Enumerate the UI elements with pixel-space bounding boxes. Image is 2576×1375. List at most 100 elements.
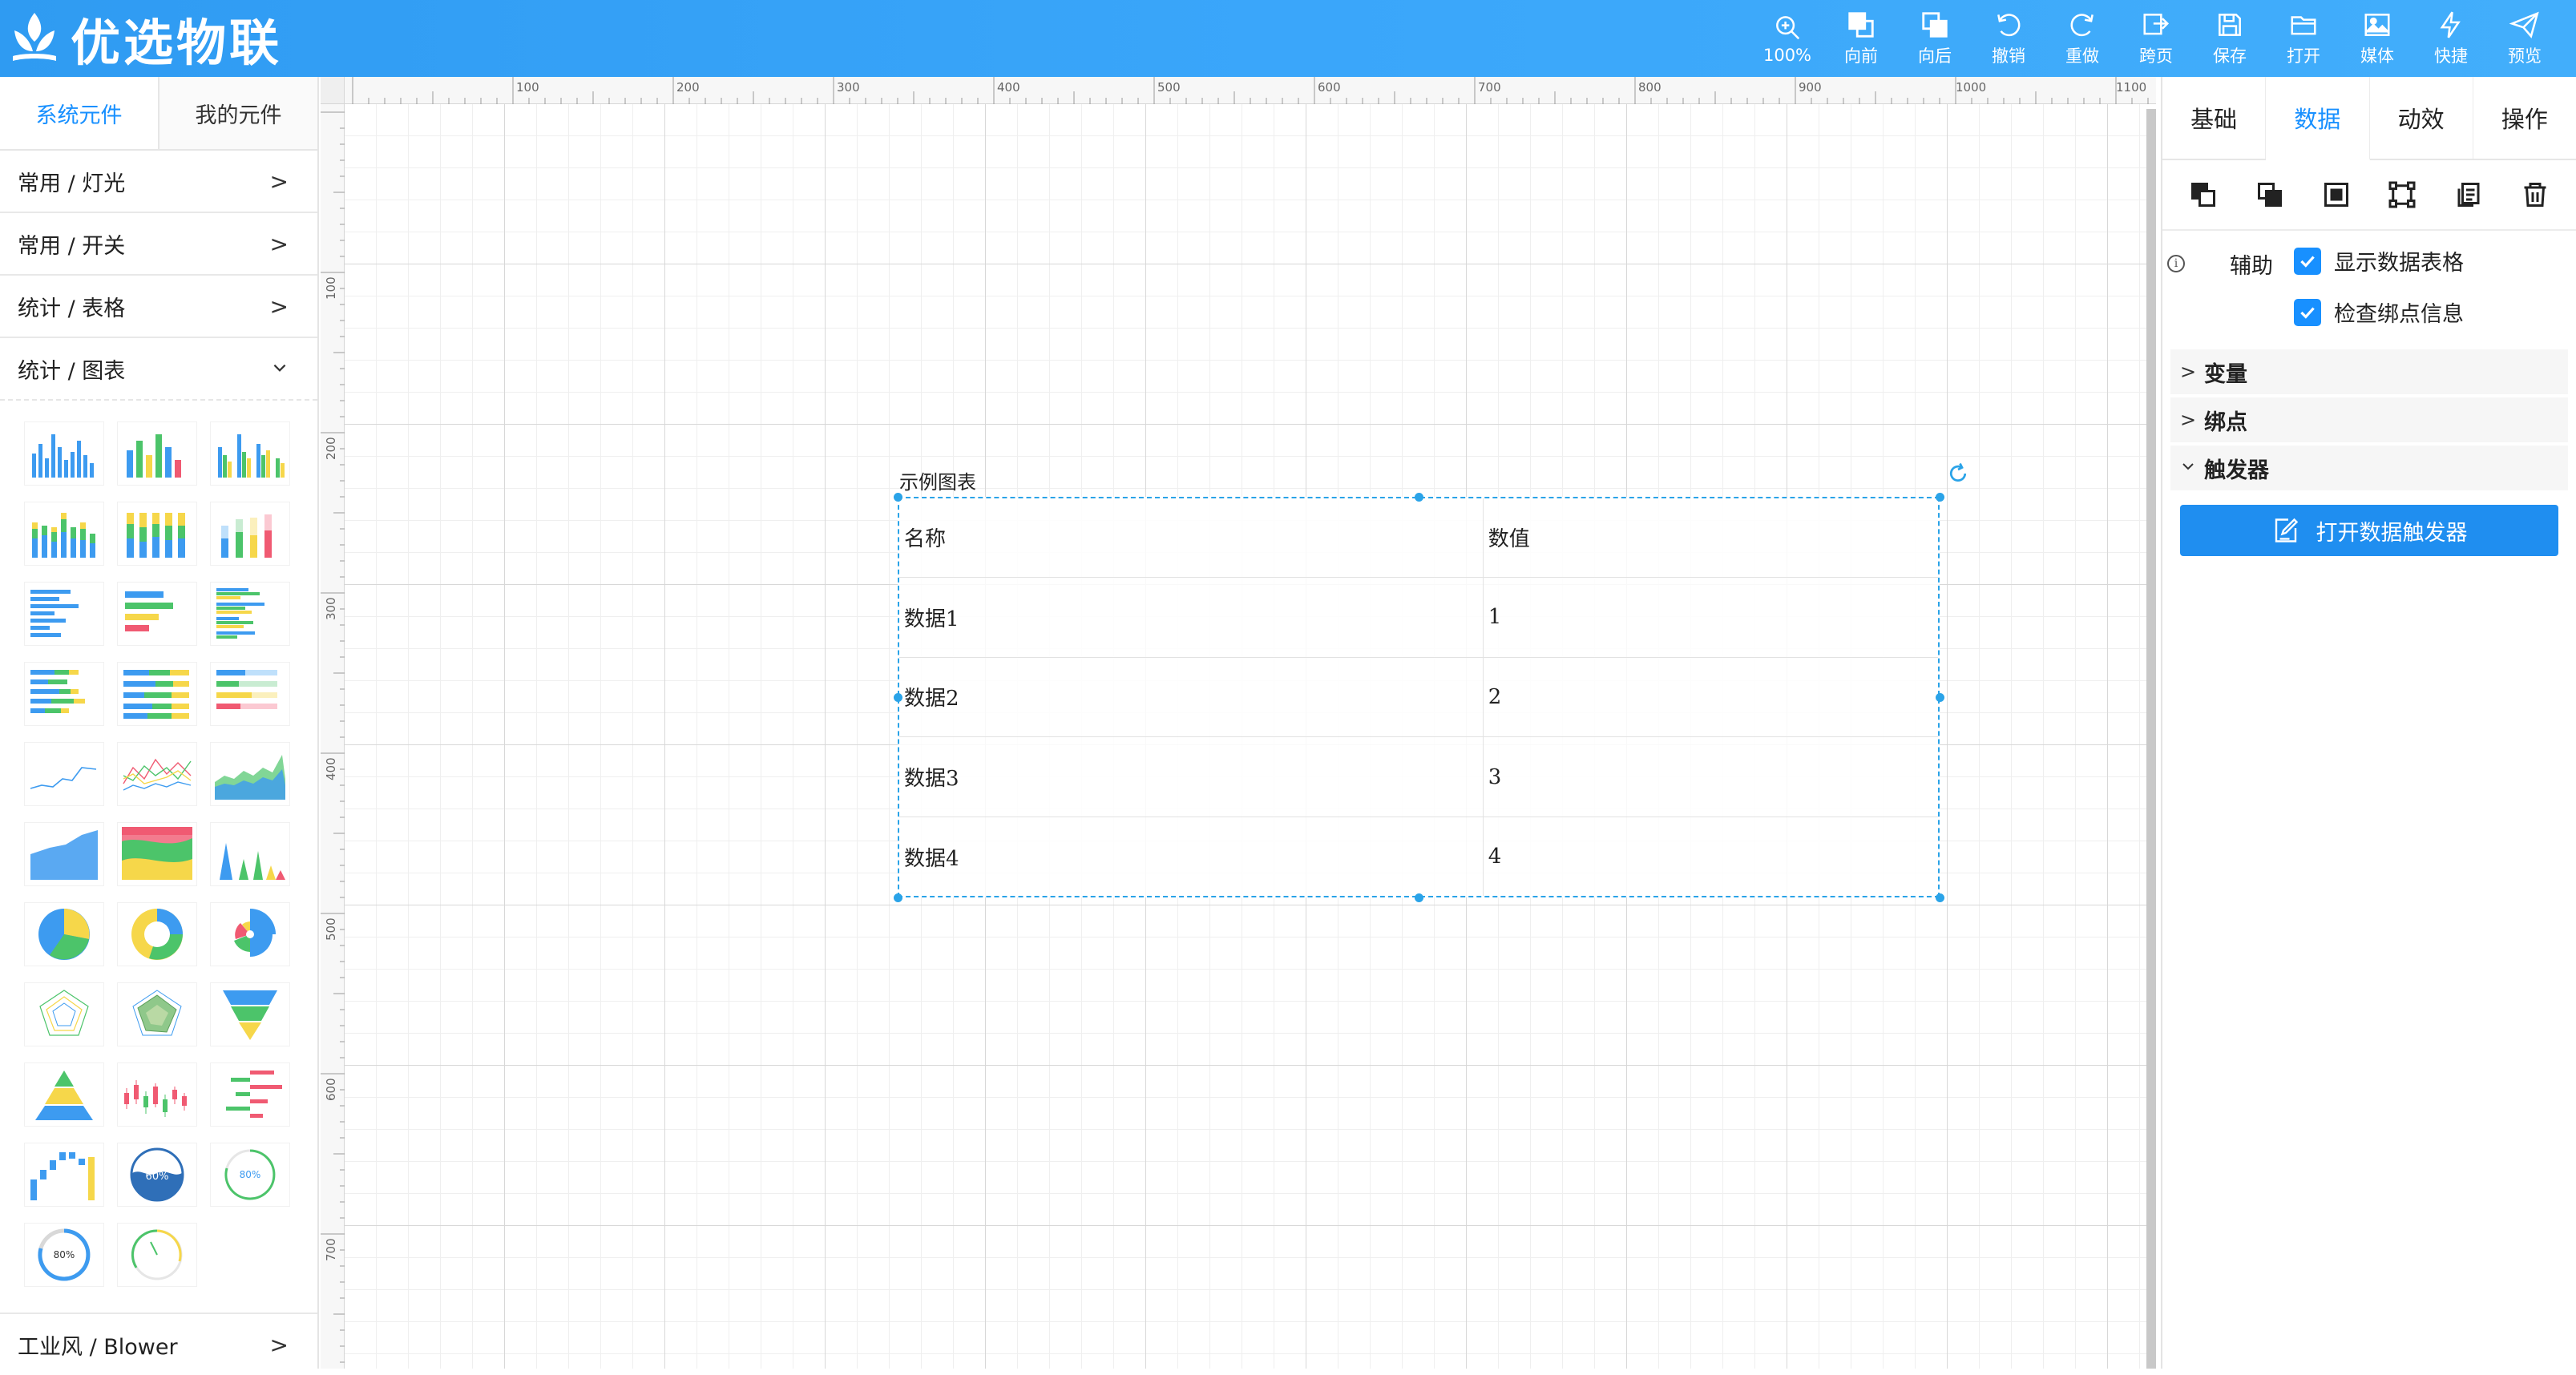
- grouped-bar-chart-thumb[interactable]: [210, 421, 290, 486]
- horizontal-bar-chart-thumb[interactable]: [24, 582, 104, 646]
- tab-action[interactable]: 操作: [2473, 77, 2576, 159]
- resize-handle-bottom[interactable]: [1415, 893, 1423, 902]
- app-header: 优选物联 100% 向前 向后 撤销 重做 跨页 保存 打开 媒体 快捷 预览: [0, 0, 2576, 77]
- check-binding-checkbox[interactable]: 检查绑点信息: [2294, 296, 2464, 328]
- water-gauge-thumb[interactable]: 60%: [117, 1143, 197, 1207]
- filled-radar-chart-thumb[interactable]: [117, 982, 197, 1046]
- stacked-area-chart-thumb[interactable]: [117, 822, 197, 886]
- ungroup-button[interactable]: [2385, 178, 2419, 212]
- vertical-scrollbar[interactable]: [2146, 109, 2156, 1369]
- send-icon: [2509, 11, 2539, 38]
- design-stage[interactable]: 示例图表 名称 数值 数据1 1 数据2 2 数据3 3 数据4 4: [345, 104, 2156, 1369]
- stacked-bar-light-thumb[interactable]: [210, 502, 290, 566]
- tab-data[interactable]: 数据: [2266, 77, 2370, 160]
- donut-chart-thumb[interactable]: [117, 902, 197, 966]
- progress-ring-thumb[interactable]: 80%: [210, 1143, 290, 1207]
- tab-system-components[interactable]: 系统元件: [0, 77, 158, 149]
- section-variables[interactable]: > 变量: [2170, 349, 2568, 397]
- category-label: 常用 / 开关: [18, 233, 126, 259]
- tab-animation[interactable]: 动效: [2370, 77, 2473, 159]
- selected-table-element[interactable]: 名称 数值 数据1 1 数据2 2 数据3 3 数据4 4: [898, 497, 1940, 897]
- section-triggers[interactable]: 触发器: [2170, 446, 2568, 494]
- horizontal-stacked-light-thumb[interactable]: [210, 662, 290, 726]
- send-to-back-icon: [2257, 183, 2282, 207]
- bar-chart-thumb[interactable]: [24, 421, 104, 486]
- area-chart-thumb[interactable]: [24, 822, 104, 886]
- resize-handle-top[interactable]: [1415, 493, 1423, 502]
- progress-circle-thumb[interactable]: 80%: [24, 1223, 104, 1287]
- dashboard-gauge-thumb[interactable]: [117, 1223, 197, 1287]
- undo-button[interactable]: 撤销: [1972, 0, 2045, 77]
- ruler-label: 1100: [2116, 80, 2147, 95]
- open-button[interactable]: 打开: [2267, 0, 2340, 77]
- zoom-button[interactable]: 100%: [1750, 0, 1824, 77]
- section-bindings[interactable]: > 绑点: [2170, 397, 2568, 446]
- send-backward-button[interactable]: 向后: [1898, 0, 1972, 77]
- resize-handle-bottom-left[interactable]: [894, 893, 902, 902]
- delete-button[interactable]: [2518, 178, 2552, 212]
- ruler-label: 200: [324, 437, 338, 460]
- stacked-bar-full-thumb[interactable]: [117, 502, 197, 566]
- copy-button[interactable]: [2452, 178, 2485, 212]
- send-to-back-button[interactable]: [2253, 178, 2287, 212]
- waterfall-chart-thumb[interactable]: [24, 1143, 104, 1207]
- resize-handle-bottom-right[interactable]: [1936, 893, 1944, 902]
- category-table[interactable]: 统计 / 表格 >: [0, 276, 317, 338]
- category-blower[interactable]: 工业风 / Blower >: [0, 1312, 317, 1375]
- ruler-label: 1000: [1956, 80, 1987, 95]
- media-button[interactable]: 媒体: [2340, 0, 2414, 77]
- preview-button[interactable]: 预览: [2488, 0, 2562, 77]
- resize-handle-top-right[interactable]: [1936, 493, 1944, 502]
- save-button[interactable]: 保存: [2193, 0, 2267, 77]
- funnel-chart-thumb[interactable]: [210, 982, 290, 1046]
- resize-handle-left[interactable]: [894, 693, 902, 702]
- resize-handle-top-left[interactable]: [894, 493, 902, 502]
- category-lighting[interactable]: 常用 / 灯光 >: [0, 151, 317, 213]
- colored-bar-chart-thumb[interactable]: [117, 421, 197, 486]
- horizontal-grouped-bar-thumb[interactable]: [210, 582, 290, 646]
- radar-chart-thumb[interactable]: [24, 982, 104, 1046]
- candlestick-chart-thumb[interactable]: [117, 1062, 197, 1127]
- table-row: 数据2 2: [899, 657, 1938, 738]
- stacked-bar-chart-thumb[interactable]: [24, 502, 104, 566]
- tab-my-components[interactable]: 我的元件: [158, 77, 317, 149]
- open-data-trigger-button[interactable]: 打开数据触发器: [2180, 505, 2558, 556]
- zoom-in-icon: [1776, 16, 1800, 40]
- resize-handle-right[interactable]: [1936, 693, 1944, 702]
- progress-ring-value: 80%: [240, 1169, 261, 1180]
- horizontal-colored-bar-thumb[interactable]: [117, 582, 197, 646]
- ruler-label: 100: [324, 276, 338, 300]
- info-icon[interactable]: i: [2167, 255, 2185, 272]
- component-tabs: 系统元件 我的元件: [0, 77, 317, 151]
- rose-chart-thumb[interactable]: [210, 902, 290, 966]
- checkbox-checked-icon[interactable]: [2294, 247, 2321, 275]
- ruler-label: 700: [324, 1238, 338, 1261]
- horizontal-stacked-full-thumb[interactable]: [117, 662, 197, 726]
- ruler-label: 300: [324, 597, 338, 620]
- chevron-right-icon: >: [269, 1331, 289, 1358]
- pyramid-chart-thumb[interactable]: [24, 1062, 104, 1127]
- shortcut-button[interactable]: 快捷: [2414, 0, 2488, 77]
- category-switch[interactable]: 常用 / 开关 >: [0, 213, 317, 276]
- tab-basic[interactable]: 基础: [2162, 77, 2267, 159]
- ruler-corner: [321, 77, 345, 104]
- multi-line-chart-thumb[interactable]: [117, 742, 197, 806]
- show-data-table-checkbox[interactable]: 显示数据表格: [2294, 245, 2464, 276]
- peak-bar-chart-thumb[interactable]: [210, 822, 290, 886]
- bidirectional-bar-thumb[interactable]: [210, 1062, 290, 1127]
- checkbox-checked-icon[interactable]: [2294, 298, 2321, 326]
- editor-canvas[interactable]: 100 200 300 400 500 600 700 800 900 1000…: [321, 77, 2156, 1369]
- horizontal-stacked-bar-thumb[interactable]: [24, 662, 104, 726]
- cross-page-button[interactable]: 跨页: [2119, 0, 2193, 77]
- bring-forward-button[interactable]: 向前: [1824, 0, 1898, 77]
- rotate-handle-icon[interactable]: [1946, 462, 1970, 486]
- line-chart-thumb[interactable]: [24, 742, 104, 806]
- pie-chart-thumb[interactable]: [24, 902, 104, 966]
- table-cell: 2: [1482, 657, 1938, 738]
- bring-to-front-button[interactable]: [2186, 178, 2220, 212]
- edit-icon: [2275, 518, 2298, 542]
- area-line-chart-thumb[interactable]: [210, 742, 290, 806]
- category-chart[interactable]: 统计 / 图表: [0, 338, 317, 401]
- redo-button[interactable]: 重做: [2045, 0, 2119, 77]
- group-button[interactable]: [2320, 178, 2353, 212]
